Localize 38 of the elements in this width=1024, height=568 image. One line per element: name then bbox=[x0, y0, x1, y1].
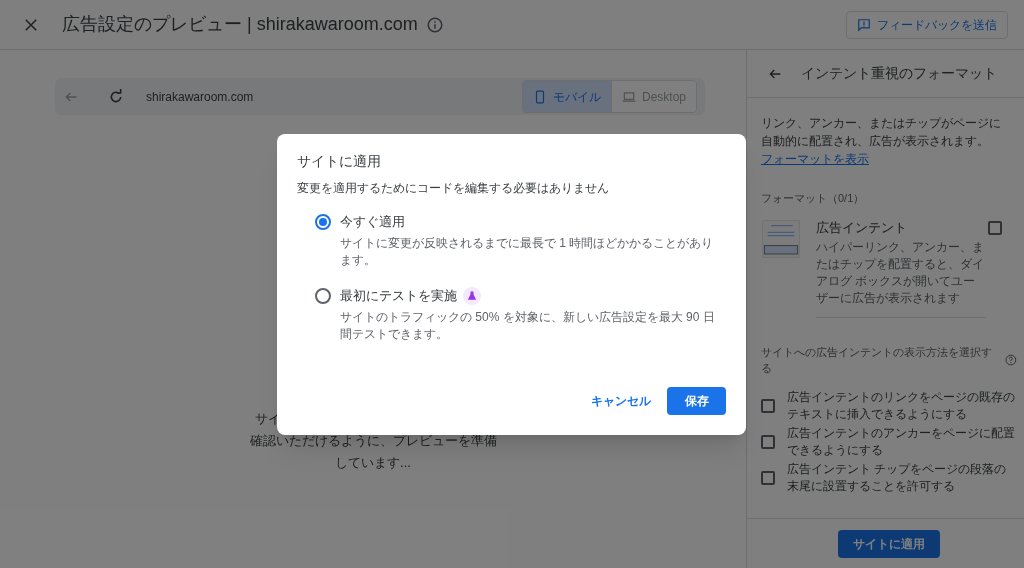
checkbox[interactable] bbox=[988, 220, 1002, 235]
apply-button[interactable]: サイトに適用 bbox=[838, 529, 940, 558]
cancel-button[interactable]: キャンセル bbox=[587, 387, 655, 415]
checkbox[interactable] bbox=[761, 398, 775, 413]
option-description: サイトのトラフィックの 50% を対象に、新しい広告設定を最大 90 日間テストできます。 bbox=[340, 309, 716, 343]
checkbox[interactable] bbox=[761, 434, 775, 449]
save-button[interactable]: 保存 bbox=[667, 387, 726, 415]
loading-text: 確認いただけるように、プレビューを準備 bbox=[249, 432, 497, 450]
checkbox[interactable] bbox=[761, 470, 775, 485]
radio-button[interactable] bbox=[315, 214, 331, 230]
option-label: 広告インテントのリンクをページの既存のテキストに挿入できるようにする bbox=[787, 388, 1016, 423]
section-label: フォーマット（0/1） bbox=[761, 191, 866, 206]
option-description: サイトに変更が反映されるまでに最長で 1 時間ほどかかることがあります。 bbox=[340, 235, 715, 269]
page-title: 広告設定のプレビュー | shirakawaroom.com bbox=[62, 13, 418, 36]
dialog-title: サイトに適用 bbox=[297, 152, 382, 170]
device-tab[interactable]: モバイル bbox=[522, 81, 611, 112]
help-icon bbox=[1005, 354, 1017, 366]
option-label: 最初にテストを実施 bbox=[340, 287, 457, 305]
laptop-icon bbox=[621, 89, 636, 104]
format-description: ハイパーリンク、アンカー、またはチップを配置すると、ダイアログ ボックスが開いてユーザーに広告が表示されます bbox=[816, 238, 985, 307]
feedback-icon bbox=[857, 17, 871, 32]
loading-text: しています... bbox=[335, 454, 411, 472]
url-text: shirakawaroom.com bbox=[146, 88, 254, 106]
dialog-subtitle: 変更を適用するためにコードを編集する必要はありません bbox=[297, 180, 610, 196]
panel-description: リンク、アンカー、またはチップがページに自動的に配置され、広告が表示されます。 フォーマットを表示 bbox=[761, 115, 1002, 168]
format-link[interactable]: フォーマットを表示 bbox=[761, 152, 869, 166]
radio-button[interactable] bbox=[315, 288, 331, 304]
flask-icon bbox=[463, 287, 481, 305]
option-label: 広告インテント チップをページの段落の末尾に設置することを許可する bbox=[787, 460, 1008, 495]
format-name: 広告インテント bbox=[816, 218, 908, 237]
panel-title: インテント重視のフォーマット bbox=[801, 64, 997, 83]
reload-icon bbox=[108, 88, 124, 105]
format-preview-icon bbox=[761, 218, 801, 259]
feedback-button[interactable]: フィードバックを送信 bbox=[846, 10, 1008, 39]
info-icon bbox=[425, 15, 444, 34]
option-label: 広告インテントのアンカーをページに配置できるようにする bbox=[787, 424, 1016, 459]
option-label: 今すぐ適用 bbox=[340, 213, 405, 231]
section-label: サイトへの広告インテントの表示方法を選択する bbox=[761, 344, 993, 376]
